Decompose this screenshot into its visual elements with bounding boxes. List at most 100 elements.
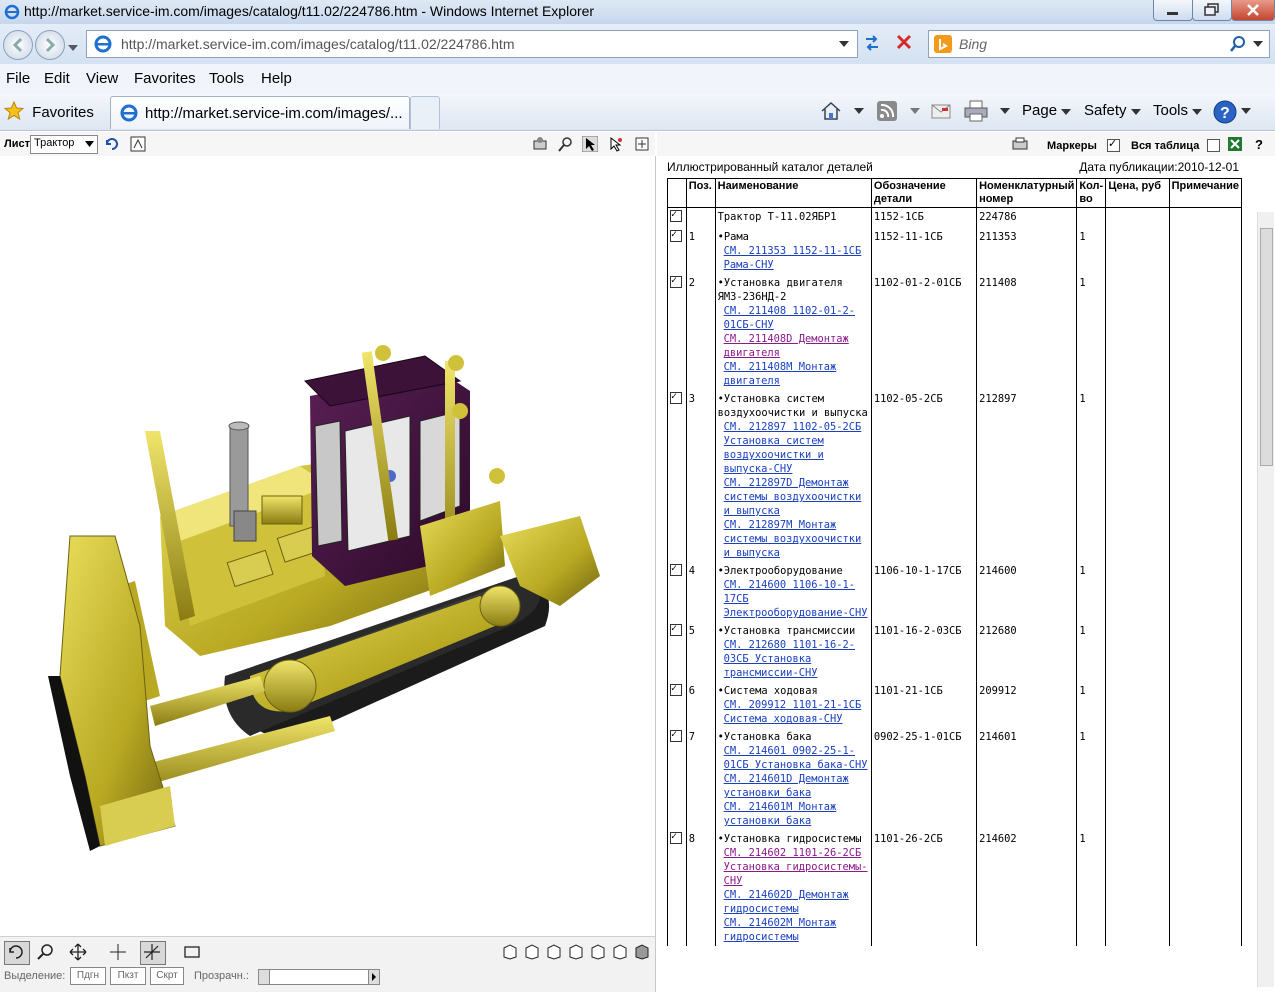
scrollbar-thumb[interactable] — [1260, 228, 1273, 466]
row-checkbox-cell[interactable] — [667, 728, 687, 830]
catalog-link[interactable]: СМ. 212897 1102-05-2СБ Установка систем … — [718, 420, 869, 476]
excel-export-icon[interactable] — [1227, 136, 1243, 152]
row-checkbox-cell[interactable] — [667, 228, 687, 274]
maximize-button[interactable] — [1192, 0, 1232, 21]
compatibility-button[interactable] — [858, 30, 886, 56]
row-checkbox-cell[interactable] — [667, 390, 687, 562]
row-checkbox[interactable] — [670, 390, 682, 404]
row-checkbox-cell[interactable] — [667, 207, 687, 228]
back-button[interactable] — [3, 30, 33, 60]
row-checkbox-cell[interactable] — [667, 622, 687, 682]
close-window-button[interactable] — [1231, 0, 1275, 21]
fit-view-icon[interactable] — [634, 136, 650, 152]
catalog-link[interactable]: СМ. 209912 1101-21-1СБ Система ходовая-С… — [718, 698, 869, 726]
transparency-slider[interactable] — [258, 969, 380, 985]
address-dropdown-icon[interactable] — [839, 41, 849, 47]
table-print-icon[interactable] — [1011, 136, 1029, 152]
menu-tools[interactable]: Tools — [209, 70, 244, 87]
row-checkbox-cell[interactable] — [667, 562, 687, 622]
menu-help[interactable]: Help — [261, 70, 292, 87]
catalog-link[interactable]: СМ. 214602M Монтаж гидросистемы — [718, 916, 869, 944]
home-icon[interactable] — [820, 100, 842, 122]
tab-current-page[interactable]: http://market.service-im.com/images/... — [110, 96, 410, 129]
select-view-icon[interactable] — [130, 136, 146, 152]
mail-icon[interactable] — [930, 100, 952, 122]
markers-checkbox[interactable] — [1107, 137, 1120, 152]
row-checkbox[interactable] — [670, 830, 682, 844]
print-dropdown-icon[interactable] — [1000, 108, 1010, 114]
address-field[interactable]: http://market.service-im.com/images/cata… — [86, 30, 858, 58]
select-cursor-icon[interactable] — [582, 136, 598, 152]
row-checkbox[interactable] — [670, 228, 682, 242]
minimize-button[interactable] — [1153, 0, 1193, 21]
page-menu-button[interactable]: Page — [1022, 102, 1072, 119]
catalog-link[interactable]: СМ. 214602D Демонтаж гидросистемы — [718, 888, 869, 916]
rss-feed-icon[interactable] — [876, 100, 898, 122]
view-preset-icons[interactable] — [502, 943, 652, 961]
catalog-link[interactable]: СМ. 211353 1152-11-1СБ Рама-СНУ — [718, 244, 869, 272]
row-checkbox-cell[interactable] — [667, 682, 687, 728]
catalog-link[interactable]: СМ. 211408 1102-01-2-01СБ-СНУ — [718, 304, 869, 332]
sheet-select[interactable]: Трактор — [30, 135, 98, 154]
stop-button[interactable] — [890, 30, 918, 56]
catalog-link[interactable]: СМ. 212680 1101-16-2-03СБ Установка тран… — [718, 638, 869, 680]
search-field[interactable]: Bing — [928, 30, 1270, 58]
row-checkbox[interactable] — [670, 562, 682, 576]
catalog-link[interactable]: СМ. 214602 1101-26-2СБ Установка гидроси… — [718, 846, 869, 888]
section-button[interactable] — [140, 941, 166, 965]
catalog-link[interactable]: СМ. 212897M Монтаж системы воздухоочистк… — [718, 518, 869, 560]
zoom-area-icon[interactable] — [558, 136, 574, 152]
catalog-link[interactable]: СМ. 214601D Демонтаж установки бака — [718, 772, 869, 800]
viewer-3d-canvas[interactable] — [0, 156, 656, 936]
catalog-link[interactable]: СМ. 211408D Демонтаж двигателя — [718, 332, 869, 360]
row-checkbox[interactable] — [670, 682, 682, 696]
row-checkbox-cell[interactable] — [667, 274, 687, 390]
row-checkbox[interactable] — [670, 208, 682, 222]
forward-button[interactable] — [35, 30, 65, 60]
zoom-button[interactable] — [34, 941, 60, 965]
row-checkbox-cell[interactable] — [667, 830, 687, 946]
catalog-link[interactable]: СМ. 214601 0902-25-1-01СБ Установка бака… — [718, 744, 869, 772]
show-button[interactable]: Пкзт — [110, 967, 146, 985]
row-checkbox[interactable] — [670, 622, 682, 636]
help-icon[interactable]: ? — [1212, 99, 1238, 125]
row-checkbox[interactable] — [670, 274, 682, 288]
slider-right-button[interactable] — [368, 970, 379, 984]
search-icon[interactable] — [1229, 35, 1247, 53]
pointer-tool-icon[interactable] — [608, 136, 624, 152]
catalog-link[interactable]: СМ. 211408M Монтаж двигателя — [718, 360, 869, 388]
pan-button[interactable] — [66, 941, 92, 965]
home-dropdown-icon[interactable] — [854, 108, 864, 114]
catalog-link[interactable]: СМ. 212897D Демонтаж системы воздухоочис… — [718, 476, 869, 518]
help-dropdown-icon[interactable] — [1241, 108, 1251, 114]
menu-file[interactable]: File — [6, 70, 30, 87]
crosshair-button[interactable] — [106, 941, 132, 965]
menu-favorites[interactable]: Favorites — [134, 70, 196, 87]
recent-pages-dropdown[interactable] — [68, 40, 78, 54]
favorites-button[interactable]: Favorites — [3, 100, 94, 121]
all-table-checkbox[interactable] — [1207, 139, 1220, 152]
publication-date: Дата публикации:2010-12-01 — [1079, 160, 1239, 174]
catalog-link[interactable]: СМ. 214600 1106-10-1-17СБ Электрооборудо… — [718, 578, 869, 620]
highlight-button[interactable]: Пдгн — [70, 967, 106, 985]
help-question-icon[interactable]: ? — [1255, 137, 1263, 152]
feed-dropdown-icon[interactable] — [910, 108, 920, 114]
row-pos: 4 — [685, 562, 716, 622]
catalog-scrollbar[interactable] — [1257, 212, 1274, 987]
tools-menu-button[interactable]: Tools — [1153, 102, 1203, 119]
viewer-tool-1-icon[interactable] — [532, 136, 548, 152]
col-price: Цена, руб — [1105, 178, 1170, 208]
reload-icon[interactable] — [104, 136, 120, 152]
new-tab-button[interactable] — [410, 96, 440, 129]
menu-edit[interactable]: Edit — [44, 70, 70, 87]
search-dropdown-icon[interactable] — [1253, 41, 1263, 47]
row-checkbox[interactable] — [670, 728, 682, 742]
slider-left-button[interactable] — [259, 970, 270, 984]
safety-menu-button[interactable]: Safety — [1084, 102, 1141, 119]
menu-view[interactable]: View — [86, 70, 118, 87]
rotate-button[interactable] — [4, 941, 30, 965]
catalog-link[interactable]: СМ. 214601M Монтаж установки бака — [718, 800, 869, 828]
print-icon[interactable] — [964, 100, 988, 122]
frame-button[interactable] — [180, 941, 206, 965]
hide-button[interactable]: Скрт — [150, 967, 184, 985]
